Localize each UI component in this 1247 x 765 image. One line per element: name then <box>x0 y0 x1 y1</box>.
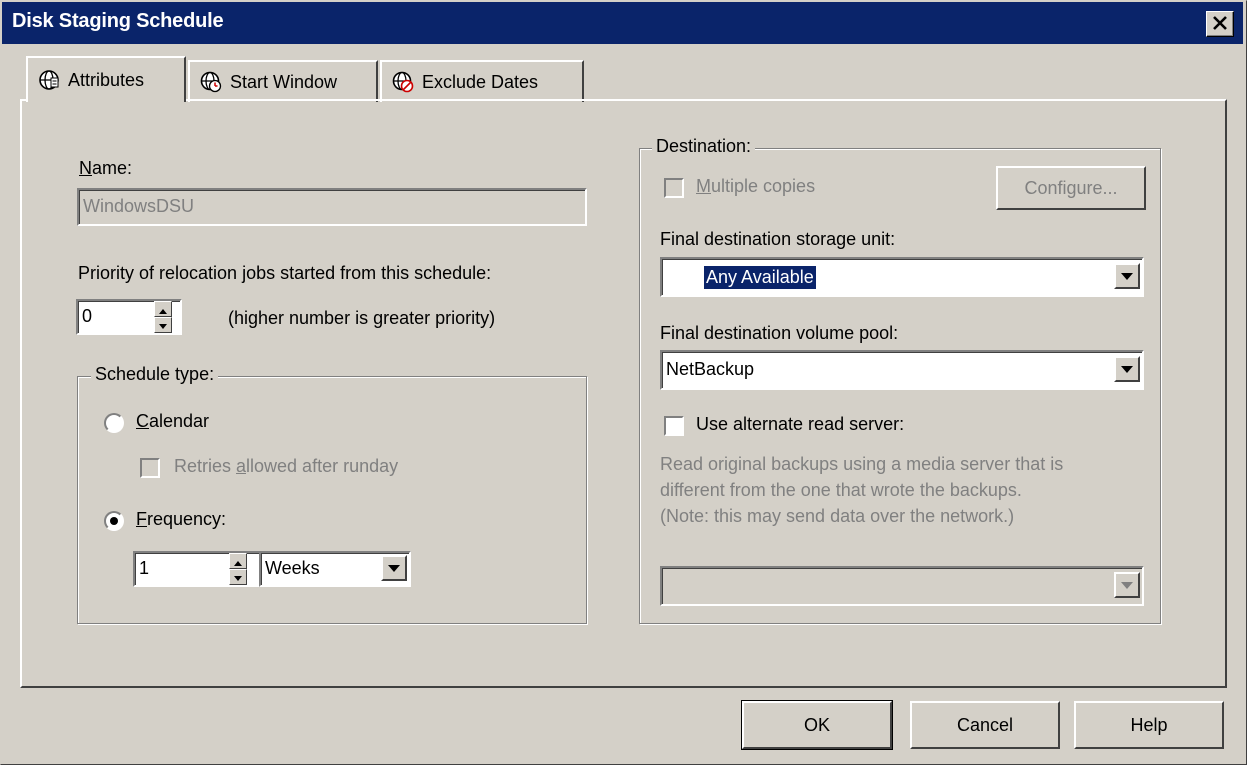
destination-label: Destination: <box>652 136 756 157</box>
chevron-down-icon <box>1121 272 1133 280</box>
ok-button[interactable]: OK <box>741 700 893 750</box>
title-bar[interactable]: Disk Staging Schedule <box>2 2 1243 44</box>
tab-start-window[interactable]: Start Window <box>188 60 378 102</box>
chevron-down-icon <box>1121 581 1133 589</box>
retries-label: Retries allowed after runday <box>174 456 399 476</box>
configure-button[interactable]: Configure... <box>996 166 1146 210</box>
globe-icon <box>39 70 59 90</box>
globe-exclude-icon <box>392 71 414 93</box>
storage-unit-label: Final destination storage unit: <box>660 229 896 249</box>
priority-value: 0 <box>82 306 93 326</box>
volume-pool-value: NetBackup <box>666 359 755 379</box>
radio-selected-dot <box>110 517 118 525</box>
frequency-radio[interactable] <box>104 511 124 531</box>
frequency-label: Frequency: <box>136 509 227 529</box>
volume-pool-dropdown[interactable]: NetBackup <box>660 350 1144 390</box>
frequency-value: 1 <box>139 558 150 578</box>
alternate-read-server-dropdown[interactable] <box>660 566 1144 606</box>
globe-clock-icon <box>200 71 222 93</box>
volume-pool-dropdown-button[interactable] <box>1114 356 1140 382</box>
name-value: WindowsDSU <box>83 196 195 216</box>
priority-hint: (higher number is greater priority) <box>228 308 496 328</box>
frequency-spin-up[interactable] <box>229 553 247 569</box>
alternate-read-desc-line2: different from the one that wrote the ba… <box>660 480 1022 500</box>
alternate-read-server-checkbox[interactable] <box>664 416 684 436</box>
alternate-read-desc-line1: Read original backups using a media serv… <box>660 454 1064 474</box>
frequency-spin-down[interactable] <box>229 569 247 585</box>
calendar-radio[interactable] <box>104 413 124 433</box>
cancel-label: Cancel <box>956 715 1014 735</box>
priority-spin-down[interactable] <box>154 317 172 333</box>
name-label: Name: <box>79 158 133 178</box>
tab-exclude-dates[interactable]: Exclude Dates <box>380 60 584 102</box>
tab-start-window-label: Start Window <box>230 71 338 92</box>
storage-unit-value: Any Available <box>703 265 817 290</box>
help-label: Help <box>1130 715 1168 735</box>
arrow-down-icon <box>159 324 167 329</box>
multiple-copies-label: Multiple copies <box>696 176 816 196</box>
name-field[interactable]: WindowsDSU <box>77 188 587 226</box>
alternate-read-desc-line3: (Note: this may send data over the netwo… <box>660 506 1015 526</box>
help-button[interactable]: Help <box>1074 701 1224 749</box>
arrow-up-icon <box>159 309 167 314</box>
arrow-up-icon <box>234 561 242 566</box>
retries-checkbox[interactable] <box>140 458 160 478</box>
cancel-button[interactable]: Cancel <box>910 701 1060 749</box>
frequency-unit-dropdown-button[interactable] <box>381 555 407 581</box>
tab-attributes-label: Attributes <box>68 69 145 90</box>
configure-label: Configure... <box>1024 178 1118 198</box>
frequency-unit-value: Weeks <box>265 558 320 578</box>
close-button[interactable] <box>1206 11 1234 37</box>
chevron-down-icon <box>388 564 400 572</box>
tab-attributes[interactable]: Attributes <box>26 56 186 102</box>
priority-spin-up[interactable] <box>154 301 172 317</box>
ok-label: OK <box>803 715 830 735</box>
arrow-down-icon <box>234 576 242 581</box>
close-icon <box>1213 16 1227 30</box>
volume-pool-label: Final destination volume pool: <box>660 323 899 343</box>
tab-exclude-dates-label: Exclude Dates <box>422 71 539 92</box>
chevron-down-icon <box>1121 365 1133 373</box>
calendar-label: Calendar <box>136 411 210 431</box>
alternate-read-server-dropdown-button[interactable] <box>1114 572 1140 598</box>
storage-unit-dropdown-button[interactable] <box>1114 263 1140 289</box>
priority-label: Priority of relocation jobs started from… <box>78 263 492 283</box>
alternate-read-server-label: Use alternate read server: <box>696 414 905 434</box>
window-title: Disk Staging Schedule <box>12 10 224 32</box>
schedule-type-label: Schedule type: <box>91 364 219 385</box>
multiple-copies-checkbox[interactable] <box>664 178 684 198</box>
storage-unit-dropdown[interactable]: Any Available <box>660 257 1144 297</box>
